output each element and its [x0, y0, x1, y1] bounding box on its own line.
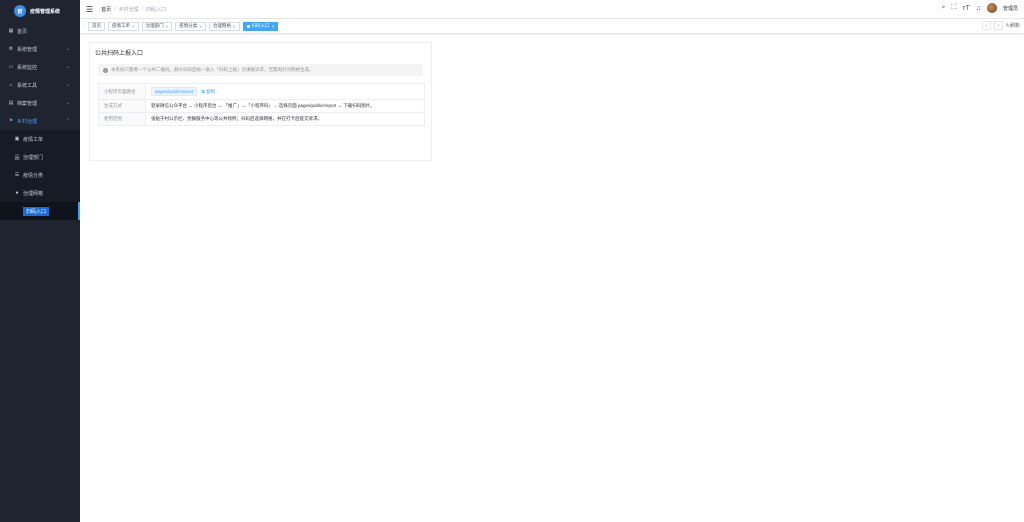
sidebar-subitem-scan-entry[interactable]: 扫码入口 — [0, 202, 80, 220]
sidebar-item-tools[interactable]: ⌂ 系统工具 ⌄ — [0, 76, 80, 94]
table-row: 生成方式 登录微信公众平台 → 小程序后台 → 「推广」→「小程序码」→ 选择页… — [98, 99, 425, 113]
info-alert: i 本系统只需要一个公共二维码，群众扫码后统一进入「扫码上报」页填报诉求，无需再… — [98, 64, 423, 76]
tags-view: ‹ 首页 疫情工单 × 治理部门 × 疫情分类 × 治理网格 × 扫码入口 × ‹ › ↻… — [80, 19, 1024, 34]
list-icon: ☰ — [14, 172, 20, 178]
user-name[interactable]: 管理员 — [1003, 5, 1018, 12]
hamburger-icon[interactable]: ☰ — [86, 5, 93, 14]
close-icon[interactable]: × — [233, 24, 236, 29]
tool-icon: ⌂ — [9, 82, 13, 88]
tag-label: 疫情工单 — [112, 23, 130, 28]
tags-prev-icon[interactable]: ‹ — [981, 21, 991, 30]
chevron-down-icon: ⌄ — [65, 100, 70, 106]
sidebar-item-label: 系统管理 — [17, 46, 38, 53]
table-row: 小程序页面路径 pages/public/report ⧉ 复制 — [98, 83, 425, 100]
chevron-down-icon: ⌄ — [65, 82, 70, 88]
sidebar-item-label: 系统工具 — [17, 82, 38, 89]
close-icon[interactable]: × — [166, 24, 169, 29]
tags-actions: ‹ › ↻刷新 — [981, 21, 1020, 30]
sidebar-item-monitor[interactable]: ▭ 系统监控 ⌄ — [0, 58, 80, 76]
tag-label: 治理部门 — [145, 23, 164, 28]
row-value: 登录微信公众平台 → 小程序后台 → 「推广」→「小程序码」→ 选择页面 pag… — [145, 99, 425, 113]
close-icon[interactable]: × — [132, 24, 135, 29]
sidebar-item-village[interactable]: ⚑ 乡村治理 ⌃ — [0, 112, 80, 130]
breadcrumb-village: 乡村治理 — [118, 6, 139, 13]
sidebar-item-label: 疫情工单 — [23, 136, 44, 143]
tag-label: 扫码入口 — [251, 23, 270, 28]
row-label: 生成方式 — [98, 99, 146, 113]
bell-icon[interactable]: ♫ — [976, 5, 981, 12]
row-value: 张贴于村公示栏、党群服务中心等公共场所；扫码后选择网格，并在打卡后提交诉求。 — [145, 112, 425, 126]
path-tag: pages/public/report — [151, 87, 198, 96]
tag-departments[interactable]: 治理部门 × — [141, 21, 173, 31]
tag-categories[interactable]: 疫情分类 × — [175, 21, 206, 31]
person-icon: ● — [15, 190, 19, 196]
breadcrumb-separator: / — [114, 6, 116, 12]
sidebar-item-label: 乡村治理 — [17, 118, 38, 125]
chevron-up-icon: ⌃ — [65, 118, 70, 124]
app-title: 疫情管理系统 — [30, 8, 61, 15]
monitor-icon: ▭ — [8, 64, 14, 70]
tag-orders[interactable]: 疫情工单 × — [108, 21, 139, 31]
breadcrumb-current: 扫码入口 — [145, 6, 166, 13]
copy-label: 复制 — [206, 89, 216, 94]
sidebar-subitem-departments[interactable]: 品 治理部门 — [0, 148, 80, 166]
breadcrumb: 首页 / 乡村治理 / 扫码入口 — [101, 6, 166, 13]
table-row: 使用范围 张贴于村公示栏、党群服务中心等公共场所；扫码后选择网格，并在打卡后提交… — [98, 112, 425, 126]
search-icon[interactable]: ⌕ — [941, 4, 945, 12]
alert-text: 本系统只需要一个公共二维码，群众扫码后统一进入「扫码上报」页填报诉求，无需再针对… — [111, 67, 314, 72]
breadcrumb-home[interactable]: 首页 — [101, 6, 111, 13]
navbar: ☰ 首页 / 乡村治理 / 扫码入口 ⌕ ⛶ тT ♫ 管理员 — [80, 0, 1024, 19]
logo[interactable]: 疫 疫情管理系统 — [0, 0, 80, 22]
fullscreen-icon[interactable]: ⛶ — [951, 4, 956, 12]
tags-scroll-left-icon[interactable]: ‹ — [80, 23, 88, 29]
copy-button[interactable]: ⧉ 复制 — [202, 89, 215, 94]
sidebar-item-label: 档案管理 — [17, 100, 38, 107]
sidebar-item-system[interactable]: ⚙ 系统管理 ⌄ — [0, 40, 80, 58]
chevron-down-icon: ⌄ — [65, 64, 70, 70]
dashboard-icon: ▦ — [8, 28, 14, 34]
sidebar: 疫 疫情管理系统 ▦ 首页 ⚙ 系统管理 ⌄ ▭ 系统监控 ⌄ ⌂ 系统工具 ⌄… — [0, 0, 80, 522]
document-icon: ▣ — [14, 136, 20, 142]
sidebar-subitem-grids[interactable]: ● 治理网格 — [0, 184, 80, 202]
sidebar-item-label: 治理部门 — [23, 154, 44, 161]
tag-grids[interactable]: 治理网格 × — [208, 21, 240, 31]
sidebar-item-label: 疫情分类 — [23, 172, 44, 179]
tags-next-icon[interactable]: › — [993, 21, 1003, 30]
font-size-icon[interactable]: тT — [962, 5, 969, 12]
tag-label: 治理网格 — [212, 23, 231, 28]
tag-scan-entry[interactable]: 扫码入口 × — [242, 21, 279, 31]
breadcrumb-separator: / — [141, 6, 143, 12]
scan-entry-card: 公共扫码上报入口 i 本系统只需要一个公共二维码，群众扫码后统一进入「扫码上报」… — [89, 42, 432, 161]
sidebar-item-label: 首页 — [17, 28, 28, 35]
refresh-label: 刷新 — [1009, 23, 1020, 29]
row-label: 小程序页面路径 — [98, 83, 146, 100]
close-icon[interactable]: × — [199, 24, 202, 29]
sidebar-subitem-orders[interactable]: ▣ 疫情工单 — [0, 130, 80, 148]
close-icon[interactable]: × — [272, 24, 275, 29]
tag-home[interactable]: 首页 — [88, 21, 105, 31]
sidebar-item-label: 治理网格 — [23, 190, 44, 197]
tag-label: 首页 — [92, 23, 101, 28]
logo-icon: 疫 — [14, 5, 26, 17]
refresh-button[interactable]: ↻刷新 — [1006, 22, 1020, 29]
active-dot-icon — [246, 24, 250, 28]
gear-icon: ⚙ — [8, 46, 14, 52]
avatar[interactable] — [986, 3, 997, 13]
archive-icon: ▤ — [8, 100, 14, 106]
sidebar-subitem-categories[interactable]: ☰ 疫情分类 — [0, 166, 80, 184]
descriptions-table: 小程序页面路径 pages/public/report ⧉ 复制 生成方式 登录… — [98, 83, 425, 126]
info-icon: i — [103, 67, 108, 73]
sidebar-item-label: 系统监控 — [17, 64, 38, 71]
sidebar-item-label: 扫码入口 — [23, 206, 50, 216]
row-label: 使用范围 — [98, 112, 146, 126]
tree-icon: 品 — [14, 154, 20, 161]
row-value: pages/public/report ⧉ 复制 — [145, 83, 425, 100]
sidebar-item-home[interactable]: ▦ 首页 — [0, 22, 80, 40]
flag-icon: ⚑ — [8, 118, 14, 124]
navbar-actions: ⌕ ⛶ тT ♫ 管理员 — [941, 3, 1018, 13]
card-title: 公共扫码上报入口 — [95, 51, 144, 57]
sidebar-item-archive[interactable]: ▤ 档案管理 ⌄ — [0, 94, 80, 112]
tag-label: 疫情分类 — [179, 23, 198, 28]
chevron-down-icon: ⌄ — [65, 46, 70, 52]
